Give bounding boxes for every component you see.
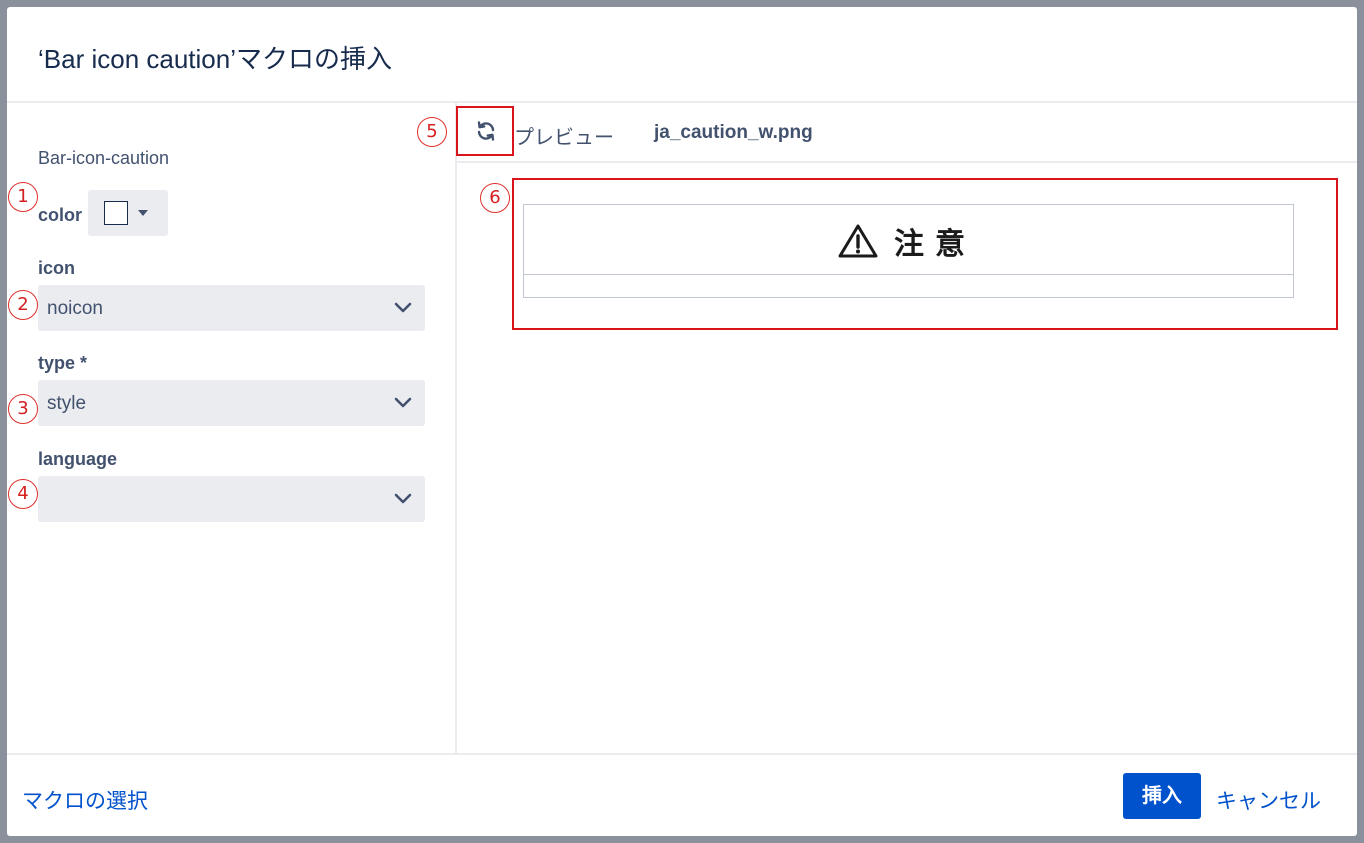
preview-content: 6 注意: [457, 163, 1357, 753]
refresh-preview-button[interactable]: [456, 106, 514, 156]
caret-down-icon: [138, 210, 148, 216]
caution-bar-preview: 注意: [523, 204, 1294, 298]
macro-insert-dialog: ‘Bar icon caution’マクロの挿入 Bar-icon-cautio…: [7, 7, 1357, 836]
icon-label: icon: [38, 258, 76, 278]
preview-label: プレビュー: [514, 127, 614, 149]
language-select[interactable]: [38, 476, 425, 522]
type-label: type *: [38, 353, 88, 373]
type-select-value: style: [47, 393, 87, 414]
insert-button[interactable]: 挿入: [1123, 773, 1201, 819]
warning-triangle-icon: [838, 224, 878, 258]
macro-name: Bar-icon-caution: [38, 148, 170, 168]
color-picker-button[interactable]: [88, 190, 168, 236]
dialog-header: ‘Bar icon caution’マクロの挿入: [7, 7, 1357, 103]
chevron-down-icon: [394, 397, 412, 408]
refresh-icon: [477, 121, 495, 141]
language-label: language: [38, 449, 118, 469]
callout-3: 3: [8, 394, 38, 424]
chevron-down-icon: [394, 493, 412, 504]
icon-select[interactable]: noicon: [38, 285, 425, 331]
preview-filename: ja_caution_w.png: [654, 122, 813, 143]
preview-highlight-frame: 注意: [512, 178, 1338, 330]
callout-2: 2: [8, 290, 38, 320]
color-label: color: [38, 205, 83, 225]
caution-heading: 注意: [838, 219, 976, 262]
color-swatch: [104, 201, 128, 225]
dialog-title: ‘Bar icon caution’マクロの挿入: [38, 44, 392, 74]
chevron-down-icon: [394, 302, 412, 313]
callout-4: 4: [8, 479, 38, 509]
callout-6: 6: [480, 183, 510, 213]
cancel-link[interactable]: キャンセル: [1216, 785, 1321, 815]
callout-5: 5: [417, 117, 447, 147]
caution-text: 注意: [894, 227, 976, 262]
caution-bar-header: 注意: [524, 205, 1293, 275]
preview-toolbar: 5 プレビュー ja_caution_w.png: [417, 103, 1357, 163]
icon-select-value: noicon: [47, 298, 103, 319]
dialog-footer: マクロの選択 挿入 キャンセル: [7, 753, 1357, 836]
macro-parameters-panel: Bar-icon-caution 1 color icon 2 noicon t…: [7, 103, 457, 753]
type-select[interactable]: style: [38, 380, 425, 426]
select-macro-link[interactable]: マクロの選択: [22, 785, 148, 815]
callout-1: 1: [8, 182, 38, 212]
preview-panel: 5 プレビュー ja_caution_w.png 6 注意: [417, 103, 1357, 753]
